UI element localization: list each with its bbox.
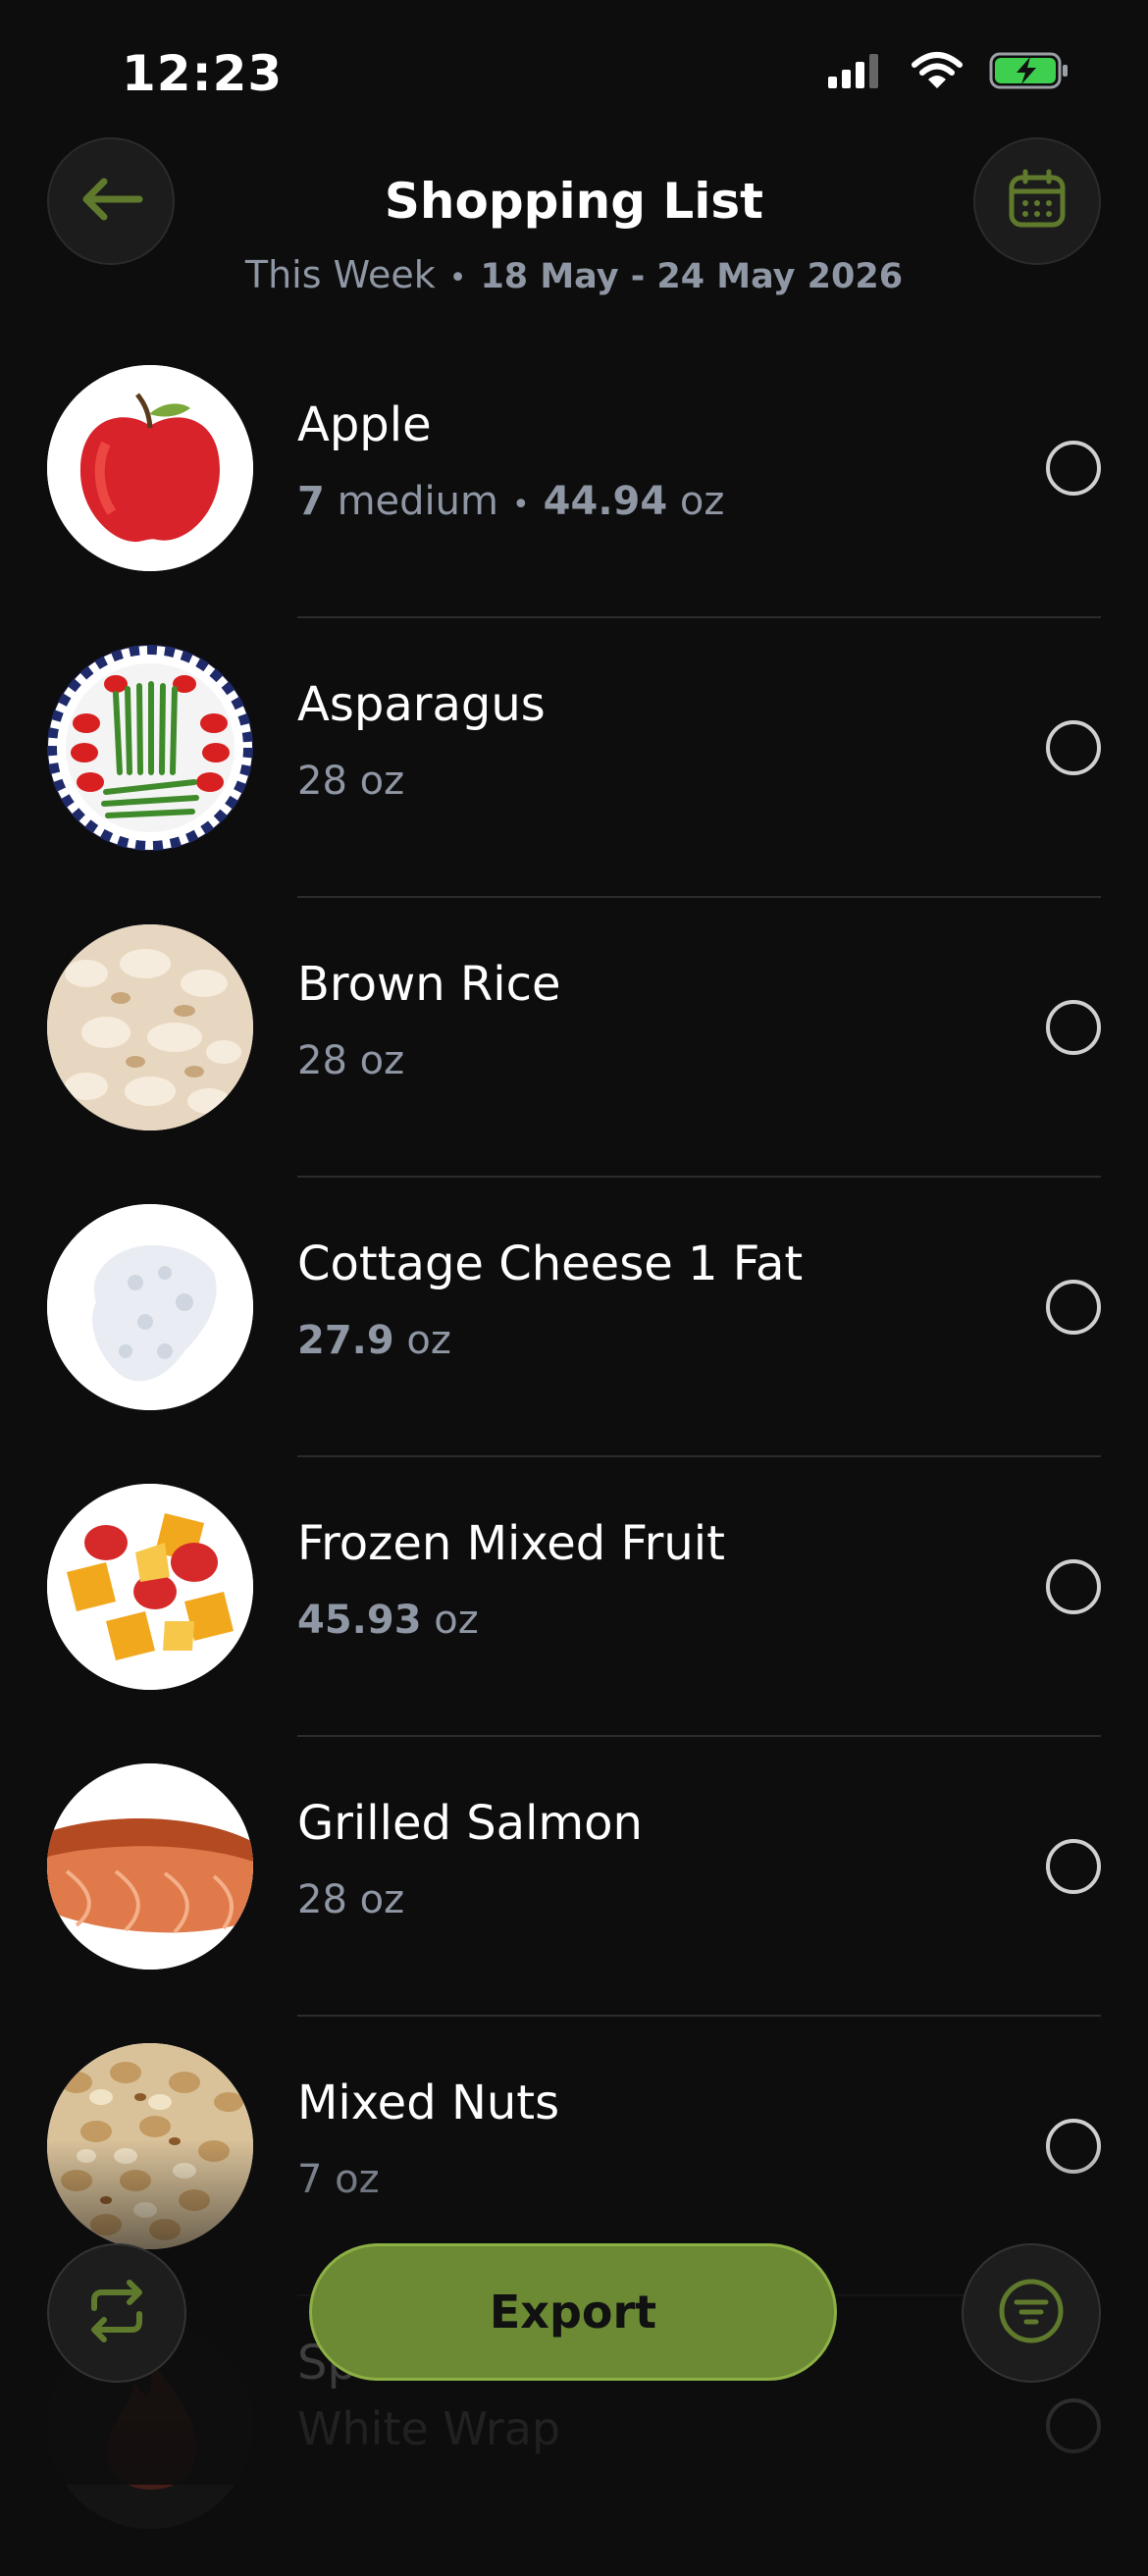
filter-icon [997,2277,1066,2349]
item-name: Brown Rice [297,957,561,1012]
export-button[interactable]: Export [309,2243,837,2381]
item-amount: 28 [297,1038,347,1083]
item-quantity: 28 oz [297,1038,404,1083]
item-checkbox[interactable] [1046,1839,1101,1894]
item-amount: 27.9 [297,1318,394,1363]
item-amount-unit: oz [359,759,405,804]
item-amount: 45.93 [297,1598,422,1643]
separator-dot: • [448,261,467,295]
list-item[interactable]: Brown Rice 28 oz [0,898,1148,1178]
brown-rice-thumbnail [47,924,253,1130]
battery-icon [989,51,1070,94]
shopping-list: Apple 7 medium • 44.94 oz Asparagus 28 o… [0,339,1148,2576]
repeat-button[interactable] [47,2243,186,2383]
item-amount-unit: oz [359,1877,405,1922]
calendar-button[interactable] [973,137,1101,265]
item-name: Cottage Cheese 1 Fat [297,1236,804,1291]
header: Shopping List This Week • 18 May - 24 May … [0,137,1148,314]
item-amount-unit: oz [434,1598,479,1643]
separator-dot: • [511,488,530,522]
apple-thumbnail [47,365,253,571]
item-checkbox[interactable] [1046,2119,1101,2174]
item-name: Asparagus [297,677,546,732]
signal-icon [826,51,885,94]
item-name: Frozen Mixed Fruit [297,1516,725,1571]
item-checkbox[interactable] [1046,2398,1101,2453]
item-checkbox[interactable] [1046,1559,1101,1614]
item-amount-unit: oz [335,2157,380,2202]
period-label: This Week [244,253,436,296]
status-time: 12:23 [122,45,284,102]
list-item[interactable]: Cottage Cheese 1 Fat 27.9 oz [0,1178,1148,1457]
item-quantity: 7 medium • 44.94 oz [297,479,724,524]
calendar-icon [1006,168,1069,235]
date-range: 18 May - 24 May 2026 [480,257,904,296]
item-checkbox[interactable] [1046,720,1101,775]
list-item[interactable]: Asparagus 28 oz [0,618,1148,898]
item-amount: 7 [297,2157,323,2202]
item-amount: 28 [297,759,347,804]
item-amount-unit: oz [679,479,725,524]
item-checkbox[interactable] [1046,1000,1101,1055]
item-amount: 28 [297,1877,347,1922]
item-checkbox[interactable] [1046,1280,1101,1335]
item-quantity: 45.93 oz [297,1598,479,1643]
item-name: Grilled Salmon [297,1796,643,1851]
list-item[interactable]: Grilled Salmon 28 oz [0,1737,1148,2017]
status-bar: 12:23 [0,0,1148,147]
grilled-salmon-thumbnail [47,1763,253,1970]
item-quantity: 7 oz [297,2157,380,2202]
item-quantity: 27.9 oz [297,1318,451,1363]
item-count: 7 [297,479,325,524]
filter-button[interactable] [962,2243,1101,2383]
list-item[interactable]: Apple 7 medium • 44.94 oz [0,339,1148,618]
list-item[interactable]: Frozen Mixed Fruit 45.93 oz [0,1457,1148,1737]
frozen-fruit-thumbnail [47,1484,253,1690]
cottage-cheese-thumbnail [47,1204,253,1410]
wifi-icon [911,51,964,94]
item-unit: medium [337,479,498,524]
item-amount-unit: oz [406,1318,451,1363]
page-subtitle: This Week • 18 May - 24 May 2026 [0,253,1148,296]
item-name-line2: White Wrap [297,2402,561,2455]
item-name: Mixed Nuts [297,2076,560,2130]
item-amount-unit: oz [359,1038,405,1083]
item-quantity: 28 oz [297,759,404,804]
item-checkbox[interactable] [1046,441,1101,496]
item-amount: 44.94 [543,479,668,524]
item-name: Apple [297,397,432,452]
mixed-nuts-thumbnail [47,2043,253,2249]
repeat-icon [82,2277,151,2349]
asparagus-thumbnail [47,645,253,851]
item-quantity: 28 oz [297,1877,404,1922]
status-icons [826,51,1070,94]
